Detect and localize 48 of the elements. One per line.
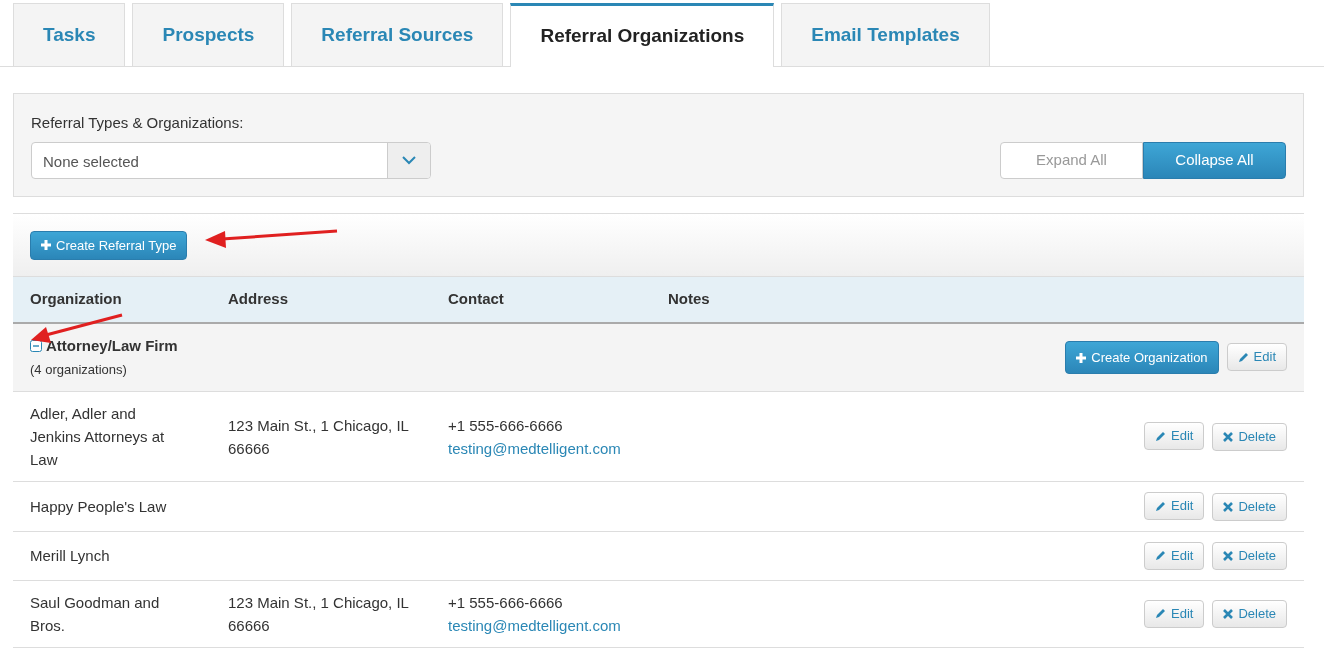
column-header: Contact bbox=[431, 277, 651, 323]
organization-name: Merill Lynch bbox=[13, 531, 211, 581]
phone-number: +1 555-666-6666 bbox=[448, 415, 564, 436]
address-text: 123 Main St., 1 Chicago, IL 66666 bbox=[228, 594, 409, 634]
tab[interactable]: Referral Sources bbox=[291, 3, 504, 66]
pencil-icon bbox=[1155, 550, 1166, 561]
organization-name: Saul Goodman and Bros. bbox=[13, 580, 211, 648]
email-link[interactable]: testing@medtelligent.com bbox=[448, 617, 621, 634]
create-organization-button[interactable]: Create Organization bbox=[1065, 341, 1219, 374]
address-text: 123 Main St., 1 Chicago, IL 66666 bbox=[228, 416, 409, 457]
close-icon bbox=[1223, 551, 1234, 561]
filter-label: Referral Types & Organizations: bbox=[31, 113, 245, 133]
referral-type-select[interactable]: None selected bbox=[31, 141, 431, 179]
organization-name: Happy People's Law bbox=[13, 481, 211, 531]
tab[interactable]: Email Templates bbox=[781, 3, 990, 66]
pencil-icon bbox=[1237, 351, 1249, 363]
phone-number: +1 555-666-6666 bbox=[448, 593, 564, 613]
edit-button[interactable]: Edit bbox=[1226, 343, 1287, 371]
pencil-icon bbox=[1155, 608, 1166, 620]
delete-button[interactable]: Delete bbox=[1212, 422, 1287, 451]
chevron-down-icon bbox=[402, 155, 416, 165]
plus-icon bbox=[1076, 352, 1087, 363]
pencil-icon bbox=[1155, 430, 1166, 442]
organization-count: (4 organizations) bbox=[30, 361, 127, 379]
group-title: Attorney/Law Firm bbox=[46, 336, 178, 356]
organization-name: Adler, Adler and Jenkins Attorneys at Law bbox=[13, 391, 211, 482]
delete-button[interactable]: Delete bbox=[1212, 542, 1287, 570]
edit-button[interactable]: Edit bbox=[1144, 599, 1205, 628]
close-icon bbox=[1223, 431, 1234, 442]
column-header: Organization bbox=[13, 277, 211, 323]
tab[interactable]: Tasks bbox=[13, 3, 126, 66]
delete-button[interactable]: Delete bbox=[1212, 492, 1287, 521]
delete-button[interactable]: Delete bbox=[1212, 600, 1287, 629]
close-icon bbox=[1223, 609, 1234, 620]
close-icon bbox=[1223, 501, 1234, 512]
edit-button[interactable]: Edit bbox=[1144, 492, 1205, 520]
create-referral-type-button[interactable]: Create Referral Type bbox=[30, 230, 188, 260]
toggle-button[interactable]: Expand All bbox=[1000, 141, 1143, 179]
tab[interactable]: Referral Organizations bbox=[510, 3, 775, 67]
plus-icon bbox=[41, 240, 51, 251]
email-link[interactable]: testing@medtelligent.com bbox=[448, 439, 621, 457]
column-header: Address bbox=[211, 277, 431, 323]
column-header: Notes bbox=[651, 277, 797, 323]
tab[interactable]: Prospects bbox=[132, 3, 285, 66]
toggle-button[interactable]: Collapse All bbox=[1143, 141, 1286, 179]
pencil-icon bbox=[1155, 500, 1166, 512]
edit-button[interactable]: Edit bbox=[1144, 422, 1205, 451]
edit-button[interactable]: Edit bbox=[1144, 541, 1205, 570]
